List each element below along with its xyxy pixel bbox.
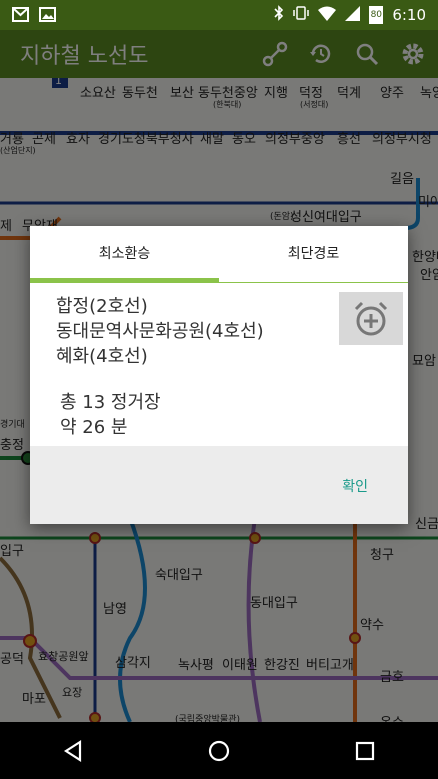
- back-icon[interactable]: [43, 731, 103, 771]
- tab-shortest-route[interactable]: 최단경로: [219, 226, 408, 284]
- tab-divider: [219, 282, 408, 283]
- route-station: 합정(2호선): [56, 296, 148, 317]
- stop-count: 총 13 정거장: [60, 392, 161, 413]
- status-bar: 80 6:10: [0, 0, 438, 30]
- recents-icon[interactable]: [335, 731, 395, 771]
- tab-min-transfer[interactable]: 최소환승: [30, 226, 219, 284]
- home-icon[interactable]: [189, 731, 249, 771]
- image-notification-icon: [39, 7, 56, 22]
- clock: 6:10: [392, 6, 426, 24]
- route-tabs: 최소환승 최단경로: [30, 226, 408, 284]
- route-dialog: 최소환승 최단경로 합정(2호선) 동대문역사문화공원(4호선) 혜화(4호선)…: [30, 226, 408, 524]
- vibrate-icon: [293, 5, 310, 25]
- travel-time: 약 26 분: [60, 417, 128, 438]
- signal-icon: [345, 5, 361, 25]
- gmail-notification-icon: [12, 7, 29, 22]
- wifi-icon: [318, 6, 337, 25]
- battery-icon: 80: [369, 6, 384, 24]
- route-stations: 합정(2호선) 동대문역사문화공원(4호선) 혜화(4호선): [56, 294, 264, 369]
- route-station: 동대문역사문화공원(4호선): [56, 321, 264, 342]
- tab-indicator: [30, 278, 219, 283]
- navigation-bar: [0, 722, 438, 779]
- alarm-add-icon: [354, 301, 388, 335]
- add-alarm-button[interactable]: [339, 292, 403, 345]
- route-summary: 총 13 정거장 약 26 분: [60, 390, 161, 440]
- dialog-footer: 확인: [30, 446, 408, 524]
- bluetooth-icon: [274, 5, 284, 25]
- route-station: 혜화(4호선): [56, 346, 148, 367]
- ok-button[interactable]: 확인: [342, 476, 368, 496]
